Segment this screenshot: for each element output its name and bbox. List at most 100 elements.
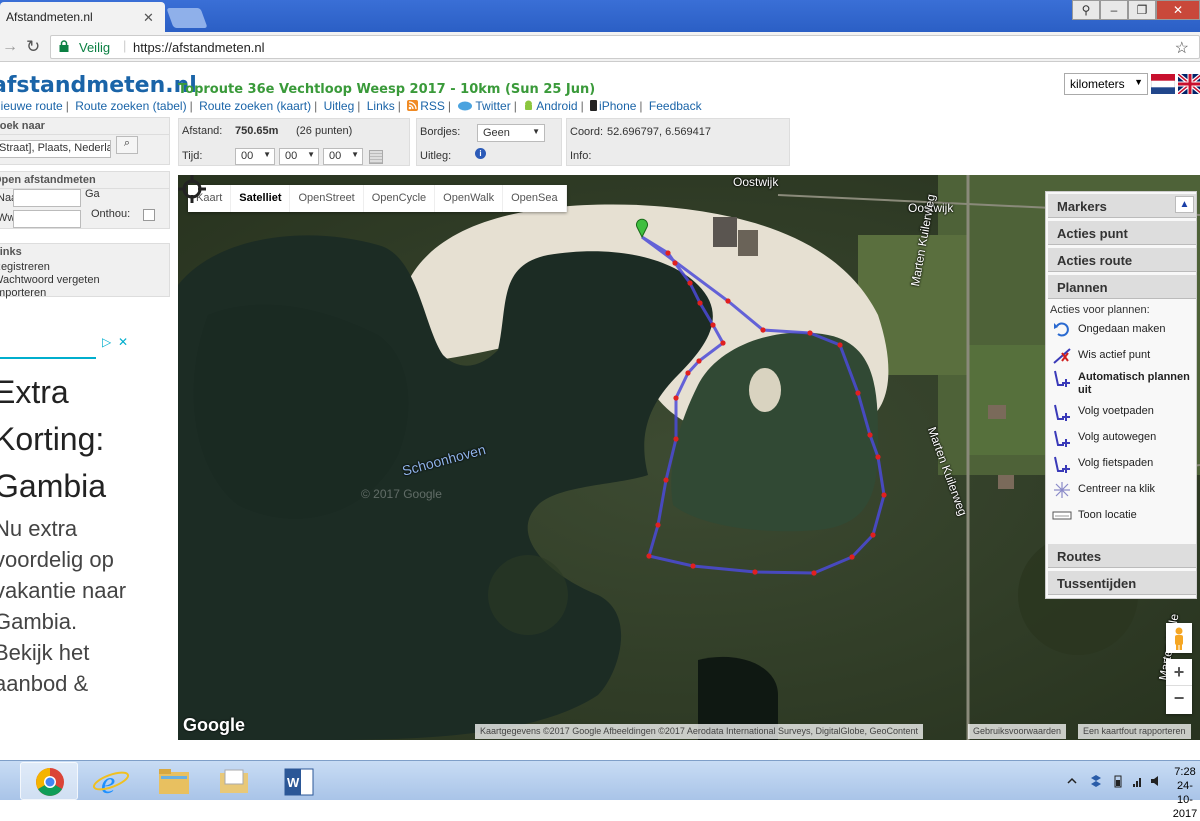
seconds-select[interactable]: 00 ▼ (323, 148, 363, 165)
plannen-header[interactable]: Plannen (1048, 275, 1196, 299)
battery-icon[interactable] (1112, 774, 1124, 788)
dropbox-icon[interactable] (1090, 774, 1102, 788)
maximize-button[interactable]: ❐ (1128, 0, 1156, 20)
back-arrow-icon[interactable]: → (2, 38, 18, 56)
reload-icon[interactable]: ↻ (26, 37, 40, 57)
route-point[interactable] (849, 554, 855, 560)
route-point[interactable] (690, 563, 696, 569)
route-point[interactable] (720, 340, 726, 346)
ad-close-icon[interactable]: ✕ (118, 335, 128, 349)
nav-iphone[interactable]: iPhone (599, 99, 636, 113)
info-icon[interactable]: i (475, 148, 486, 159)
minutes-select[interactable]: 00 ▼ (279, 148, 319, 165)
calendar-icon[interactable] (369, 150, 383, 164)
new-tab-button[interactable] (166, 8, 208, 28)
start-button[interactable] (0, 762, 4, 800)
bordjes-select[interactable]: Geen ▼ (477, 124, 545, 142)
route-point[interactable] (663, 477, 669, 483)
route-point[interactable] (710, 322, 716, 328)
browser-tab[interactable]: Afstandmeten.nl ✕ (0, 2, 165, 32)
network-icon[interactable] (1132, 774, 1144, 788)
map-type-satelliet[interactable]: Satelliet (231, 185, 291, 212)
link-registreren[interactable]: Registreren (0, 261, 169, 274)
advertisement[interactable]: ▷ ✕ Extra Korting: Gambia Nu extra voord… (0, 333, 132, 725)
route-point[interactable] (811, 570, 817, 576)
map-type-openwalk[interactable]: OpenWalk (435, 185, 504, 212)
route-point[interactable] (672, 260, 678, 266)
zoom-out-button[interactable]: − (1166, 686, 1192, 713)
close-window-button[interactable]: ✕ (1156, 0, 1200, 20)
route-point[interactable] (665, 250, 671, 256)
password-input[interactable] (13, 210, 81, 228)
nav-nieuwe-route[interactable]: Nieuwe route (0, 99, 63, 113)
go-button[interactable]: Ga (85, 188, 100, 200)
map-type-opensea[interactable]: OpenSea (503, 185, 567, 212)
route-point[interactable] (673, 395, 679, 401)
route-point[interactable] (807, 330, 813, 336)
nav-feedback[interactable]: Feedback (649, 99, 702, 113)
unit-select[interactable]: kilometers ▼ (1064, 73, 1148, 95)
route-point[interactable] (655, 522, 661, 528)
bookmark-star-icon[interactable]: ☆ (1175, 38, 1189, 58)
tab-close-icon[interactable]: ✕ (143, 10, 154, 26)
hours-select[interactable]: 00 ▼ (235, 148, 275, 165)
tussentijden-header[interactable]: Tussentijden (1048, 571, 1196, 595)
route-point[interactable] (687, 280, 693, 286)
crosshair-icon[interactable] (178, 175, 206, 203)
link-wachtwoord-vergeten[interactable]: Wachtwoord vergeten (0, 274, 169, 287)
delete-point-action[interactable]: Wis actief punt (1052, 348, 1192, 364)
link-importeren[interactable]: Importeren (0, 287, 169, 300)
search-input[interactable]: [Straat], Plaats, Nederland (0, 140, 111, 158)
route-point[interactable] (760, 327, 766, 333)
follow-footpaths-action[interactable]: Volg voetpaden (1052, 404, 1192, 421)
route-point[interactable] (646, 553, 652, 559)
nav-links-link[interactable]: Links (367, 99, 395, 113)
auto-plan-action[interactable]: Automatisch plannen uit (1052, 370, 1192, 397)
route-line[interactable] (641, 235, 886, 575)
route-point[interactable] (867, 432, 873, 438)
route-point[interactable] (696, 358, 702, 364)
address-bar[interactable]: Veilig | https://afstandmeten.nl ☆ (50, 35, 1200, 59)
uk-flag-icon[interactable] (1178, 74, 1200, 94)
naam-input[interactable] (13, 189, 81, 207)
routes-header[interactable]: Routes (1048, 544, 1196, 568)
nav-twitter[interactable]: Twitter (475, 99, 510, 113)
onthou-checkbox[interactable] (143, 209, 155, 221)
adchoices-icon[interactable]: ▷ (102, 335, 111, 349)
dutch-flag-icon[interactable] (1151, 74, 1175, 94)
pegman-icon[interactable] (1166, 623, 1192, 653)
center-action[interactable]: Centreer na klik (1052, 482, 1192, 498)
route-point[interactable] (673, 436, 679, 442)
follow-roads-action[interactable]: Volg autowegen (1052, 430, 1192, 447)
map-type-openstreet[interactable]: OpenStreet (290, 185, 364, 212)
volume-icon[interactable] (1150, 774, 1162, 788)
nav-route-zoeken-tabel[interactable]: Route zoeken (tabel) (75, 99, 186, 113)
taskbar-file-explorer[interactable] (145, 762, 203, 800)
route-point[interactable] (855, 390, 861, 396)
route-point[interactable] (685, 370, 691, 376)
route-point[interactable] (837, 342, 843, 348)
minimize-button[interactable]: – (1100, 0, 1128, 20)
collapse-icon[interactable]: ▲ (1175, 196, 1194, 213)
route-point[interactable] (697, 300, 703, 306)
route-point[interactable] (870, 532, 876, 538)
nav-route-zoeken-kaart[interactable]: Route zoeken (kaart) (199, 99, 311, 113)
follow-cyclepaths-action[interactable]: Volg fietspaden (1052, 456, 1192, 473)
route-point[interactable] (875, 454, 881, 460)
tray-clock[interactable]: 7:28 24-10-2017 (1170, 765, 1200, 821)
undo-action[interactable]: Ongedaan maken (1052, 322, 1192, 337)
route-point[interactable] (752, 569, 758, 575)
acties-punt-header[interactable]: Acties punt (1048, 221, 1196, 245)
nav-rss[interactable]: RSS (420, 99, 445, 113)
route-point[interactable] (881, 492, 887, 498)
taskbar-folder[interactable] (205, 762, 263, 800)
site-logo[interactable]: afstandmeten.nl (0, 73, 197, 98)
terms-link[interactable]: Gebruiksvoorwaarden (968, 724, 1067, 739)
nav-uitleg[interactable]: Uitleg (324, 99, 355, 113)
route-point[interactable] (725, 298, 731, 304)
user-icon[interactable]: ⚲ (1072, 0, 1100, 20)
tray-arrow-icon[interactable] (1066, 774, 1078, 788)
markers-header[interactable]: Markers ▲ (1048, 194, 1196, 218)
search-button[interactable]: ⌕ (116, 136, 138, 154)
nav-android[interactable]: Android (536, 99, 577, 113)
